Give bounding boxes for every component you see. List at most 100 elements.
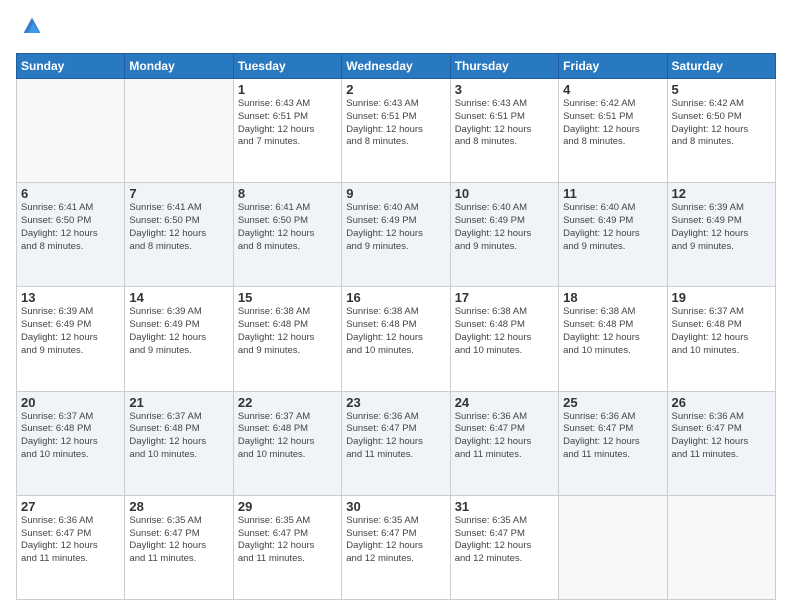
day-info: Sunrise: 6:36 AM Sunset: 6:47 PM Dayligh…	[672, 411, 771, 462]
calendar-cell: 5Sunrise: 6:42 AM Sunset: 6:50 PM Daylig…	[667, 79, 775, 183]
calendar-cell: 9Sunrise: 6:40 AM Sunset: 6:49 PM Daylig…	[342, 183, 450, 287]
calendar-cell: 31Sunrise: 6:35 AM Sunset: 6:47 PM Dayli…	[450, 495, 558, 599]
logo	[16, 12, 46, 45]
day-number: 31	[455, 499, 554, 514]
day-info: Sunrise: 6:37 AM Sunset: 6:48 PM Dayligh…	[129, 411, 228, 462]
calendar-cell: 12Sunrise: 6:39 AM Sunset: 6:49 PM Dayli…	[667, 183, 775, 287]
day-number: 30	[346, 499, 445, 514]
day-number: 12	[672, 186, 771, 201]
calendar-cell	[667, 495, 775, 599]
day-info: Sunrise: 6:37 AM Sunset: 6:48 PM Dayligh…	[672, 306, 771, 357]
calendar-cell: 30Sunrise: 6:35 AM Sunset: 6:47 PM Dayli…	[342, 495, 450, 599]
day-number: 24	[455, 395, 554, 410]
day-number: 20	[21, 395, 120, 410]
week-row-4: 20Sunrise: 6:37 AM Sunset: 6:48 PM Dayli…	[17, 391, 776, 495]
calendar-cell: 19Sunrise: 6:37 AM Sunset: 6:48 PM Dayli…	[667, 287, 775, 391]
day-info: Sunrise: 6:35 AM Sunset: 6:47 PM Dayligh…	[238, 515, 337, 566]
calendar-cell: 14Sunrise: 6:39 AM Sunset: 6:49 PM Dayli…	[125, 287, 233, 391]
day-number: 23	[346, 395, 445, 410]
calendar-cell: 11Sunrise: 6:40 AM Sunset: 6:49 PM Dayli…	[559, 183, 667, 287]
day-info: Sunrise: 6:35 AM Sunset: 6:47 PM Dayligh…	[346, 515, 445, 566]
calendar-cell: 24Sunrise: 6:36 AM Sunset: 6:47 PM Dayli…	[450, 391, 558, 495]
day-number: 11	[563, 186, 662, 201]
calendar-cell: 16Sunrise: 6:38 AM Sunset: 6:48 PM Dayli…	[342, 287, 450, 391]
day-info: Sunrise: 6:36 AM Sunset: 6:47 PM Dayligh…	[563, 411, 662, 462]
calendar-cell: 13Sunrise: 6:39 AM Sunset: 6:49 PM Dayli…	[17, 287, 125, 391]
day-info: Sunrise: 6:43 AM Sunset: 6:51 PM Dayligh…	[346, 98, 445, 149]
day-number: 5	[672, 82, 771, 97]
calendar-cell: 2Sunrise: 6:43 AM Sunset: 6:51 PM Daylig…	[342, 79, 450, 183]
calendar-cell: 29Sunrise: 6:35 AM Sunset: 6:47 PM Dayli…	[233, 495, 341, 599]
weekday-header-thursday: Thursday	[450, 54, 558, 79]
header	[16, 12, 776, 45]
day-info: Sunrise: 6:36 AM Sunset: 6:47 PM Dayligh…	[346, 411, 445, 462]
calendar-cell: 4Sunrise: 6:42 AM Sunset: 6:51 PM Daylig…	[559, 79, 667, 183]
calendar-cell	[17, 79, 125, 183]
weekday-header-saturday: Saturday	[667, 54, 775, 79]
day-info: Sunrise: 6:41 AM Sunset: 6:50 PM Dayligh…	[129, 202, 228, 253]
day-info: Sunrise: 6:40 AM Sunset: 6:49 PM Dayligh…	[563, 202, 662, 253]
calendar-cell: 25Sunrise: 6:36 AM Sunset: 6:47 PM Dayli…	[559, 391, 667, 495]
day-info: Sunrise: 6:41 AM Sunset: 6:50 PM Dayligh…	[21, 202, 120, 253]
calendar-cell: 27Sunrise: 6:36 AM Sunset: 6:47 PM Dayli…	[17, 495, 125, 599]
day-info: Sunrise: 6:39 AM Sunset: 6:49 PM Dayligh…	[129, 306, 228, 357]
calendar-cell: 17Sunrise: 6:38 AM Sunset: 6:48 PM Dayli…	[450, 287, 558, 391]
day-info: Sunrise: 6:36 AM Sunset: 6:47 PM Dayligh…	[455, 411, 554, 462]
day-number: 28	[129, 499, 228, 514]
calendar-cell: 20Sunrise: 6:37 AM Sunset: 6:48 PM Dayli…	[17, 391, 125, 495]
day-number: 2	[346, 82, 445, 97]
day-number: 3	[455, 82, 554, 97]
calendar-cell: 15Sunrise: 6:38 AM Sunset: 6:48 PM Dayli…	[233, 287, 341, 391]
day-info: Sunrise: 6:38 AM Sunset: 6:48 PM Dayligh…	[346, 306, 445, 357]
day-info: Sunrise: 6:40 AM Sunset: 6:49 PM Dayligh…	[346, 202, 445, 253]
weekday-header-row: SundayMondayTuesdayWednesdayThursdayFrid…	[17, 54, 776, 79]
calendar-cell	[559, 495, 667, 599]
calendar-cell: 6Sunrise: 6:41 AM Sunset: 6:50 PM Daylig…	[17, 183, 125, 287]
calendar-cell: 26Sunrise: 6:36 AM Sunset: 6:47 PM Dayli…	[667, 391, 775, 495]
day-info: Sunrise: 6:42 AM Sunset: 6:50 PM Dayligh…	[672, 98, 771, 149]
weekday-header-friday: Friday	[559, 54, 667, 79]
day-info: Sunrise: 6:38 AM Sunset: 6:48 PM Dayligh…	[563, 306, 662, 357]
calendar: SundayMondayTuesdayWednesdayThursdayFrid…	[16, 53, 776, 600]
weekday-header-monday: Monday	[125, 54, 233, 79]
calendar-cell: 7Sunrise: 6:41 AM Sunset: 6:50 PM Daylig…	[125, 183, 233, 287]
weekday-header-sunday: Sunday	[17, 54, 125, 79]
day-number: 15	[238, 290, 337, 305]
day-number: 10	[455, 186, 554, 201]
calendar-cell: 1Sunrise: 6:43 AM Sunset: 6:51 PM Daylig…	[233, 79, 341, 183]
day-number: 25	[563, 395, 662, 410]
page: SundayMondayTuesdayWednesdayThursdayFrid…	[0, 0, 792, 612]
day-info: Sunrise: 6:43 AM Sunset: 6:51 PM Dayligh…	[238, 98, 337, 149]
week-row-3: 13Sunrise: 6:39 AM Sunset: 6:49 PM Dayli…	[17, 287, 776, 391]
day-info: Sunrise: 6:42 AM Sunset: 6:51 PM Dayligh…	[563, 98, 662, 149]
calendar-cell: 23Sunrise: 6:36 AM Sunset: 6:47 PM Dayli…	[342, 391, 450, 495]
day-number: 1	[238, 82, 337, 97]
calendar-cell: 8Sunrise: 6:41 AM Sunset: 6:50 PM Daylig…	[233, 183, 341, 287]
day-number: 6	[21, 186, 120, 201]
day-number: 17	[455, 290, 554, 305]
day-number: 18	[563, 290, 662, 305]
calendar-cell: 21Sunrise: 6:37 AM Sunset: 6:48 PM Dayli…	[125, 391, 233, 495]
calendar-cell: 10Sunrise: 6:40 AM Sunset: 6:49 PM Dayli…	[450, 183, 558, 287]
day-info: Sunrise: 6:38 AM Sunset: 6:48 PM Dayligh…	[238, 306, 337, 357]
day-info: Sunrise: 6:39 AM Sunset: 6:49 PM Dayligh…	[21, 306, 120, 357]
day-number: 13	[21, 290, 120, 305]
day-number: 14	[129, 290, 228, 305]
week-row-5: 27Sunrise: 6:36 AM Sunset: 6:47 PM Dayli…	[17, 495, 776, 599]
day-number: 4	[563, 82, 662, 97]
calendar-cell	[125, 79, 233, 183]
day-number: 26	[672, 395, 771, 410]
day-number: 7	[129, 186, 228, 201]
logo-icon	[18, 12, 46, 40]
week-row-2: 6Sunrise: 6:41 AM Sunset: 6:50 PM Daylig…	[17, 183, 776, 287]
day-info: Sunrise: 6:37 AM Sunset: 6:48 PM Dayligh…	[238, 411, 337, 462]
weekday-header-tuesday: Tuesday	[233, 54, 341, 79]
day-info: Sunrise: 6:37 AM Sunset: 6:48 PM Dayligh…	[21, 411, 120, 462]
day-info: Sunrise: 6:39 AM Sunset: 6:49 PM Dayligh…	[672, 202, 771, 253]
calendar-cell: 22Sunrise: 6:37 AM Sunset: 6:48 PM Dayli…	[233, 391, 341, 495]
day-number: 21	[129, 395, 228, 410]
day-info: Sunrise: 6:40 AM Sunset: 6:49 PM Dayligh…	[455, 202, 554, 253]
calendar-cell: 28Sunrise: 6:35 AM Sunset: 6:47 PM Dayli…	[125, 495, 233, 599]
day-number: 27	[21, 499, 120, 514]
day-number: 8	[238, 186, 337, 201]
